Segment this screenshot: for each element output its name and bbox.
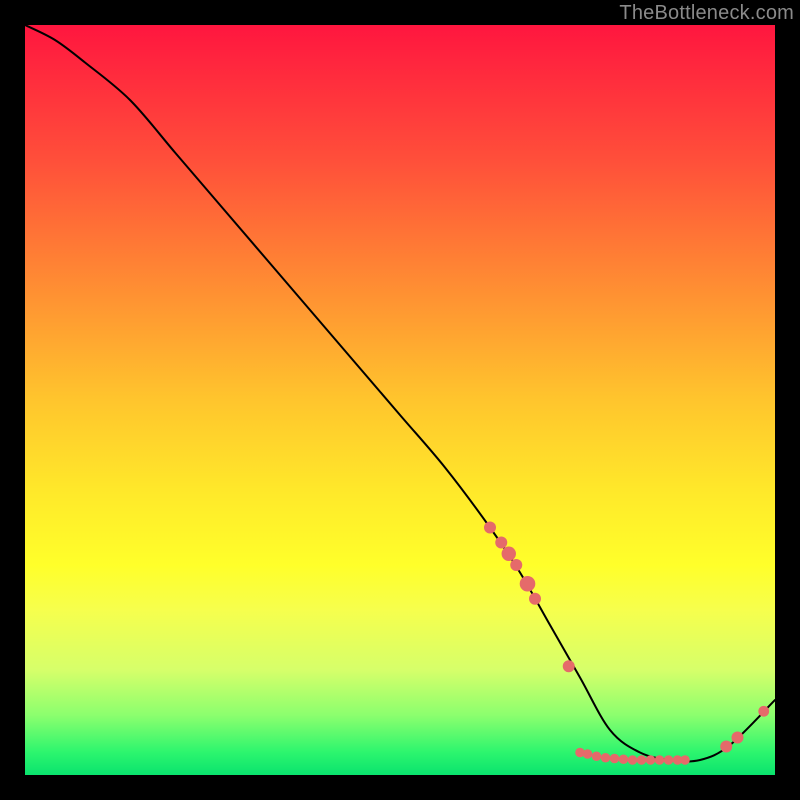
data-point (628, 755, 638, 765)
data-point (680, 755, 690, 765)
data-point (495, 537, 507, 549)
data-point (646, 755, 656, 765)
data-point (758, 706, 769, 717)
marker-layer (484, 522, 769, 765)
data-point (637, 755, 647, 765)
data-point (563, 660, 575, 672)
data-point (510, 559, 522, 571)
data-point (502, 547, 516, 561)
bottleneck-curve (25, 25, 775, 761)
watermark-text: TheBottleneck.com (619, 2, 794, 25)
data-point (720, 741, 732, 753)
data-point (583, 749, 593, 759)
chart-svg (25, 25, 775, 775)
data-point (732, 732, 744, 744)
data-point (592, 751, 602, 761)
data-point (601, 753, 611, 763)
data-point (529, 593, 541, 605)
data-point (664, 755, 674, 765)
data-point (520, 576, 536, 592)
plot-area (25, 25, 775, 775)
data-point (610, 754, 620, 764)
curve-layer (25, 25, 775, 761)
data-point (655, 755, 665, 765)
chart-stage: TheBottleneck.com (0, 0, 800, 800)
data-point (619, 754, 629, 764)
data-point (484, 522, 496, 534)
